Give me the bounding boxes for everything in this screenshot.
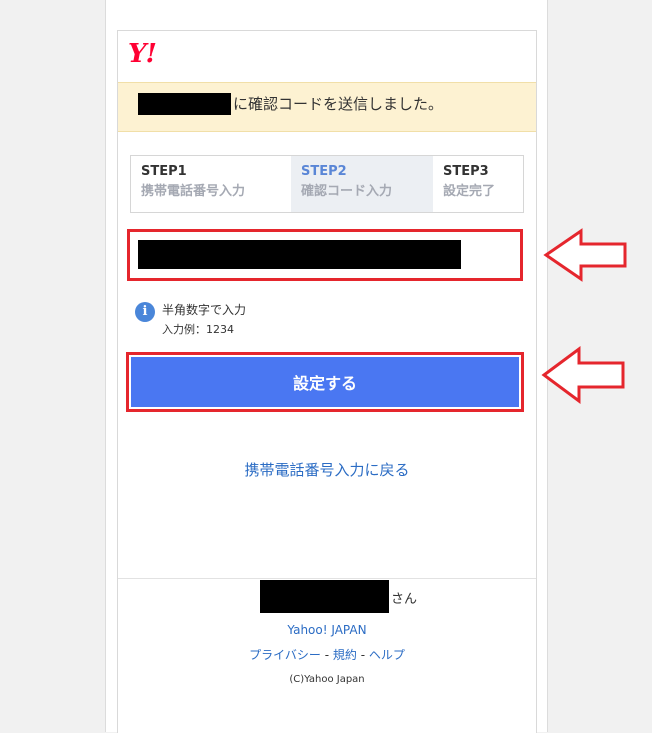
sep-1: - bbox=[320, 648, 333, 662]
step-1-label: 携帯電話番号入力 bbox=[141, 184, 246, 199]
step-3: STEP3 設定完了 bbox=[433, 156, 523, 212]
submit-button[interactable]: 設定する bbox=[131, 357, 519, 407]
step-2: STEP2 確認コード入力 bbox=[291, 156, 433, 212]
redacted-username bbox=[260, 580, 389, 613]
terms-link[interactable]: 規約 bbox=[333, 648, 357, 662]
arrow-left-icon bbox=[541, 346, 625, 404]
hint-line-2: 入力例：1234 bbox=[162, 323, 234, 336]
notice-text: に確認コードを送信しました。 bbox=[233, 95, 444, 113]
step-1-title: STEP1 bbox=[141, 164, 187, 179]
back-to-phone-link[interactable]: 携帯電話番号入力に戻る bbox=[118, 460, 536, 480]
step-indicator: STEP1 携帯電話番号入力 STEP2 確認コード入力 STEP3 設定完了 bbox=[130, 155, 524, 213]
step-3-title: STEP3 bbox=[443, 164, 489, 179]
step-3-label: 設定完了 bbox=[443, 184, 496, 199]
step-2-title: STEP2 bbox=[301, 164, 347, 179]
sep-2: - bbox=[356, 648, 369, 662]
arrow-left-icon bbox=[543, 228, 627, 282]
footer-links: プライバシー - 規約 - ヘルプ bbox=[118, 646, 536, 664]
help-link[interactable]: ヘルプ bbox=[369, 648, 405, 662]
copyright: (C)Yahoo Japan bbox=[289, 674, 365, 685]
hint-line-1: 半角数字で入力 bbox=[162, 303, 247, 317]
redacted-code bbox=[138, 240, 461, 269]
yahoo-japan-link[interactable]: Yahoo! JAPAN bbox=[118, 621, 536, 639]
step-1: STEP1 携帯電話番号入力 bbox=[131, 156, 291, 212]
user-suffix: さん bbox=[391, 592, 418, 607]
step-2-label: 確認コード入力 bbox=[301, 184, 393, 199]
info-icon: i bbox=[135, 302, 155, 322]
redacted-phone bbox=[138, 93, 231, 115]
privacy-link[interactable]: プライバシー bbox=[249, 648, 321, 662]
submit-highlight: 設定する bbox=[126, 352, 524, 412]
yahoo-logo[interactable]: Y! bbox=[128, 40, 157, 68]
